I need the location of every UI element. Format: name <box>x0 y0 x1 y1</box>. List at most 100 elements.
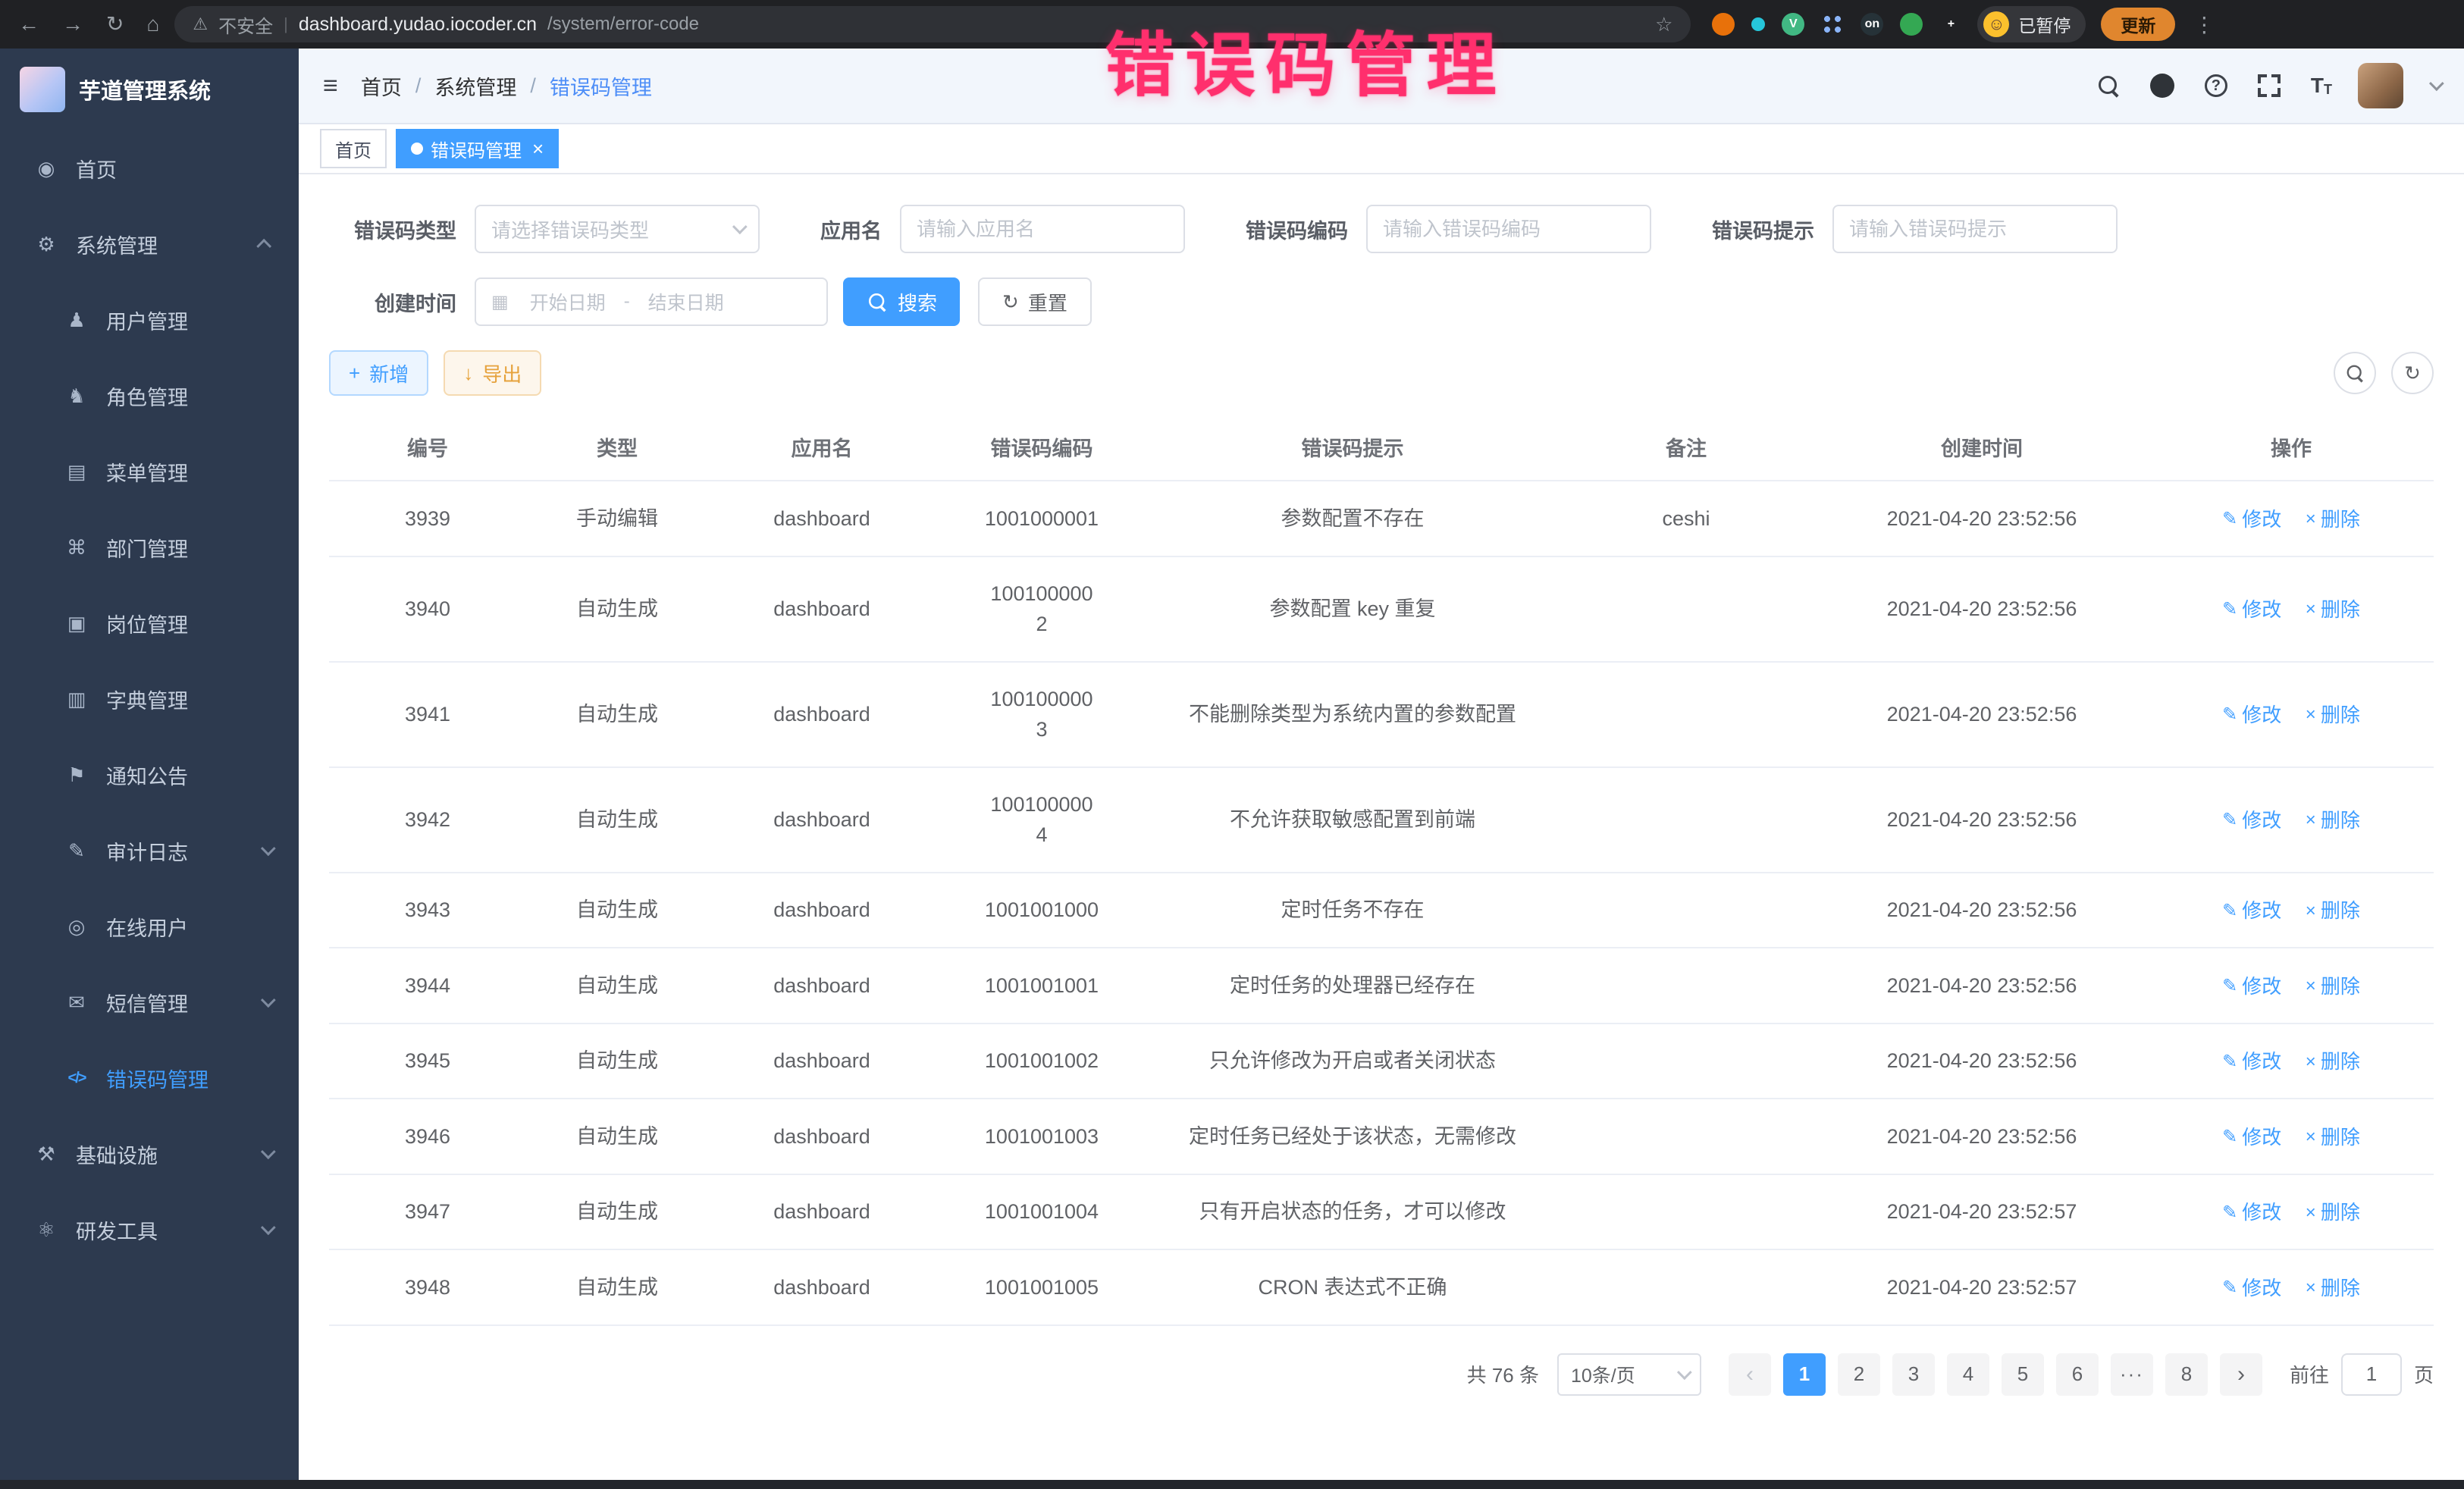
refresh-table-button[interactable]: ↻ <box>2391 352 2434 394</box>
sidebar-item[interactable]: ◎ 在线用户 <box>0 889 299 964</box>
sidebar-item[interactable]: ⚙ 系统管理 <box>0 206 299 282</box>
page-button[interactable]: 8 <box>2165 1353 2208 1396</box>
app-logo[interactable]: 芋道管理系统 <box>0 49 299 130</box>
sidebar-item[interactable]: ⚑ 通知公告 <box>0 737 299 813</box>
delete-link[interactable]: ×删除 <box>2306 505 2360 534</box>
avatar-caret-icon[interactable] <box>2429 76 2444 91</box>
toggle-search-button[interactable] <box>2334 352 2376 394</box>
user-avatar[interactable] <box>2358 63 2403 108</box>
page-button[interactable]: 2 <box>1838 1353 1880 1396</box>
type-select[interactable]: 请选择错误码类型 <box>475 205 760 253</box>
grid-icon[interactable] <box>1821 13 1844 36</box>
page-button[interactable]: 1 <box>1783 1353 1826 1396</box>
search-button[interactable]: 搜索 <box>843 277 960 326</box>
page-jump-input[interactable] <box>2341 1353 2402 1396</box>
add-button[interactable]: + 新增 <box>329 350 428 396</box>
edit-link[interactable]: ✎修改 <box>2222 595 2281 625</box>
breadcrumb-item[interactable]: 首页 / <box>361 71 435 101</box>
error-hint-input[interactable] <box>1849 218 2101 241</box>
edit-link[interactable]: ✎修改 <box>2222 1274 2281 1303</box>
delete-link[interactable]: ×删除 <box>2306 1123 2360 1152</box>
address-bar[interactable]: ⚠ 不安全 | dashboard.yudao.iocoder.cn/syste… <box>174 6 1691 42</box>
cell-created-at: 2021-04-20 23:52:56 <box>1815 482 2149 556</box>
edit-link[interactable]: ✎修改 <box>2222 1047 2281 1077</box>
sidebar-item[interactable]: ▣ 岗位管理 <box>0 585 299 661</box>
edit-link[interactable]: ✎修改 <box>2222 972 2281 1002</box>
date-separator: - <box>624 291 630 312</box>
edit-link[interactable]: ✎修改 <box>2222 806 2281 835</box>
app-name-input[interactable] <box>917 218 1168 241</box>
github-icon[interactable] <box>2150 74 2174 98</box>
delete-link[interactable]: ×删除 <box>2306 896 2360 926</box>
page-button[interactable]: 4 <box>1947 1353 1989 1396</box>
sidebar-item[interactable]: </> 错误码管理 <box>0 1040 299 1116</box>
back-icon[interactable]: ← <box>18 14 39 35</box>
sidebar-item[interactable]: ⌘ 部门管理 <box>0 509 299 585</box>
browser-home-icon[interactable]: ⌂ <box>146 14 159 35</box>
puzzle-icon[interactable]: + <box>1939 13 1962 36</box>
record-icon[interactable] <box>1712 13 1735 36</box>
breadcrumb-item[interactable]: 系统管理 / <box>434 71 550 101</box>
page-button[interactable]: ··· <box>2111 1353 2153 1396</box>
font-size-icon[interactable]: T <box>2311 74 2332 98</box>
export-button[interactable]: ↓ 导出 <box>444 350 541 396</box>
next-page-button[interactable]: › <box>2220 1353 2262 1396</box>
cell-created-at: 2021-04-20 23:52:56 <box>1815 572 2149 646</box>
breadcrumb-label[interactable]: 首页 <box>361 71 402 101</box>
error-code-input[interactable] <box>1383 218 1635 241</box>
page-button[interactable]: 6 <box>2056 1353 2099 1396</box>
delete-link[interactable]: ×删除 <box>2306 972 2360 1002</box>
tab[interactable]: 错误码管理 × <box>396 129 559 168</box>
breadcrumb-label[interactable]: 系统管理 <box>434 71 516 101</box>
profile-paused-badge[interactable]: ☺ 已暂停 <box>1977 6 2086 42</box>
sidebar-item[interactable]: ▤ 菜单管理 <box>0 434 299 509</box>
sidebar-item[interactable]: ✎ 审计日志 <box>0 813 299 889</box>
sidebar-item-label: 审计日志 <box>106 836 188 866</box>
delete-link[interactable]: ×删除 <box>2306 1047 2360 1077</box>
forward-icon[interactable]: → <box>62 14 83 35</box>
edit-link[interactable]: ✎修改 <box>2222 701 2281 730</box>
delete-link[interactable]: ×删除 <box>2306 701 2360 730</box>
column-header: 创建时间 <box>1815 414 2149 480</box>
sidebar-item[interactable]: ◉ 首页 <box>0 130 299 206</box>
sidebar-item[interactable]: ⚛ 研发工具 <box>0 1192 299 1268</box>
delete-link[interactable]: ×删除 <box>2306 1198 2360 1227</box>
delete-link[interactable]: ×删除 <box>2306 806 2360 835</box>
green-extension-icon[interactable] <box>1900 13 1923 36</box>
date-range-picker[interactable]: ▦ 开始日期 - 结束日期 <box>475 277 828 326</box>
sidebar-item[interactable]: ♟ 用户管理 <box>0 282 299 358</box>
app-logo-image <box>20 67 65 112</box>
star-icon[interactable]: ☆ <box>1655 13 1672 36</box>
tab[interactable]: 首页 <box>320 129 387 168</box>
help-icon[interactable]: ? <box>2205 74 2227 97</box>
fullscreen-icon[interactable] <box>2258 74 2281 97</box>
sidebar-item[interactable]: ▥ 字典管理 <box>0 661 299 737</box>
breadcrumb-label[interactable]: 错误码管理 <box>550 71 652 101</box>
reset-button[interactable]: ↻ 重置 <box>978 277 1092 326</box>
edit-link[interactable]: ✎修改 <box>2222 1123 2281 1152</box>
prev-page-button[interactable]: ‹ <box>1729 1353 1771 1396</box>
cell-remark: ceshi <box>1557 482 1815 556</box>
vue-devtools-icon[interactable]: V <box>1782 13 1804 36</box>
search-icon[interactable] <box>2097 74 2120 97</box>
sidebar-item[interactable]: ✉ 短信管理 <box>0 964 299 1040</box>
edit-link[interactable]: ✎修改 <box>2222 505 2281 534</box>
page-size-select[interactable]: 10条/页 <box>1557 1353 1701 1396</box>
teal-dot-icon[interactable] <box>1751 17 1765 31</box>
sidebar-item[interactable]: ⚒ 基础设施 <box>0 1116 299 1192</box>
edit-link[interactable]: ✎修改 <box>2222 1198 2281 1227</box>
sidebar-item[interactable]: ♞ 角色管理 <box>0 358 299 434</box>
hamburger-icon[interactable]: ≡ <box>323 71 338 101</box>
breadcrumb-item[interactable]: 错误码管理 / <box>550 71 652 101</box>
page-button[interactable]: 3 <box>1892 1353 1935 1396</box>
kebab-menu-icon[interactable]: ⋮ <box>2193 12 2215 37</box>
cell-message: 参数配置 key 重复 <box>1148 572 1557 646</box>
proxy-icon[interactable]: on <box>1861 13 1883 36</box>
browser-update-button[interactable]: 更新 <box>2101 8 2175 41</box>
reload-icon[interactable]: ↻ <box>106 14 124 35</box>
edit-link[interactable]: ✎修改 <box>2222 896 2281 926</box>
page-button[interactable]: 5 <box>2002 1353 2044 1396</box>
delete-link[interactable]: ×删除 <box>2306 595 2360 625</box>
close-icon[interactable]: × <box>532 139 544 158</box>
delete-link[interactable]: ×删除 <box>2306 1274 2360 1303</box>
